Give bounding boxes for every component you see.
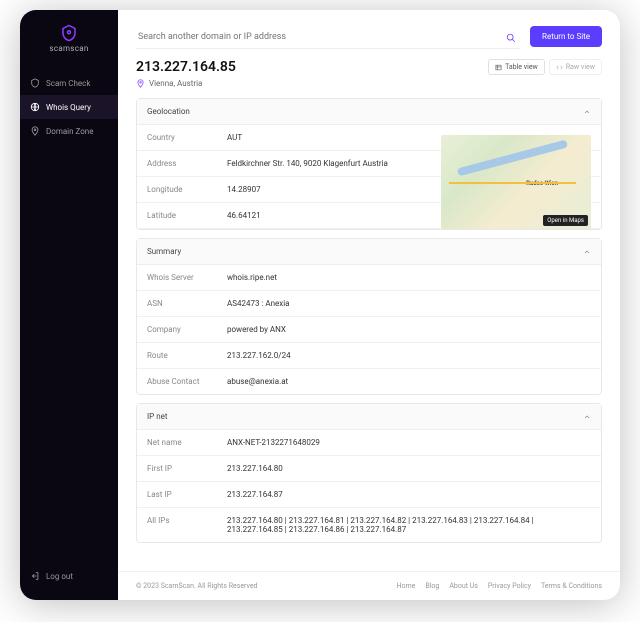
shield-icon (60, 24, 78, 42)
logout-icon (30, 571, 40, 581)
footer-links: Home Blog About Us Privacy Policy Terms … (397, 582, 603, 590)
chevron-up-icon (583, 108, 591, 116)
nav: Scam Check Whois Query Domain Zone (20, 71, 118, 564)
table-row: Last IP213.227.164.87 (137, 482, 601, 508)
shield-check-icon (30, 78, 40, 88)
main: Return to Site 213.227.164.85 Vienna, Au… (118, 10, 620, 600)
location-icon (30, 126, 40, 136)
content: 213.227.164.85 Vienna, Austria Table vie… (118, 59, 620, 571)
logout-button[interactable]: Log out (20, 564, 118, 588)
table-row: Route213.227.162.0/24 (137, 343, 601, 369)
raw-view-button[interactable]: Raw view (549, 59, 602, 75)
sidebar-item-domain-zone[interactable]: Domain Zone (20, 119, 118, 143)
ipnet-card: IP net Net nameANX-NET-2132271648029 Fir… (136, 403, 602, 543)
search-wrap (136, 24, 520, 49)
footer-link-about[interactable]: About Us (449, 582, 478, 590)
sidebar-item-whois-query[interactable]: Whois Query (20, 95, 118, 119)
card-header[interactable]: IP net (137, 404, 601, 430)
brand-name: scamscan (49, 44, 88, 53)
chevron-up-icon (583, 248, 591, 256)
card-title: IP net (147, 412, 167, 421)
map-preview[interactable]: Rudee Wien Open in Maps (441, 135, 591, 229)
table-view-button[interactable]: Table view (488, 59, 545, 75)
table-row: Companypowered by ANX (137, 317, 601, 343)
code-icon (556, 64, 563, 71)
search-icon[interactable] (506, 28, 516, 47)
view-toggle: Table view Raw view (488, 59, 602, 75)
globe-icon (30, 102, 40, 112)
open-in-maps-button[interactable]: Open in Maps (543, 215, 588, 226)
card-title: Summary (147, 247, 181, 256)
pin-icon (136, 79, 145, 88)
footer-link-home[interactable]: Home (397, 582, 416, 590)
sidebar: scamscan Scam Check Whois Query Domain Z… (20, 10, 118, 600)
table-row: ASNAS42473 : Anexia (137, 291, 601, 317)
footer-link-terms[interactable]: Terms & Conditions (541, 582, 602, 590)
table-row: Abuse Contactabuse@anexia.at (137, 369, 601, 394)
map-city-label: Rudee Wien (526, 180, 558, 187)
table-row: Net nameANX-NET-2132271648029 (137, 430, 601, 456)
sidebar-item-label: Whois Query (46, 103, 91, 112)
footer-link-privacy[interactable]: Privacy Policy (488, 582, 531, 590)
return-to-site-button[interactable]: Return to Site (530, 26, 602, 47)
table-icon (495, 64, 502, 71)
chevron-up-icon (583, 413, 591, 421)
brand-logo: scamscan (20, 24, 118, 53)
topbar: Return to Site (118, 10, 620, 59)
sidebar-item-scam-check[interactable]: Scam Check (20, 71, 118, 95)
location-text: Vienna, Austria (149, 79, 202, 88)
summary-card: Summary Whois Serverwhois.ripe.net ASNAS… (136, 238, 602, 395)
footer-link-blog[interactable]: Blog (425, 582, 439, 590)
search-input[interactable] (136, 26, 520, 49)
sidebar-item-label: Domain Zone (46, 127, 93, 136)
logout-label: Log out (46, 572, 73, 581)
card-title: Geolocation (147, 107, 190, 116)
page-title: 213.227.164.85 (136, 59, 236, 75)
card-header[interactable]: Summary (137, 239, 601, 265)
page-header: 213.227.164.85 Vienna, Austria Table vie… (136, 59, 602, 88)
table-row: All IPs213.227.164.80 | 213.227.164.81 |… (137, 508, 601, 542)
copyright: © 2023 ScamScan. All Rights Reserved (136, 582, 258, 590)
location-row: Vienna, Austria (136, 79, 236, 88)
footer: © 2023 ScamScan. All Rights Reserved Hom… (118, 571, 620, 600)
card-header[interactable]: Geolocation (137, 99, 601, 125)
table-row: Whois Serverwhois.ripe.net (137, 265, 601, 291)
sidebar-item-label: Scam Check (46, 79, 90, 88)
geolocation-card: Geolocation CountryAUT AddressFeldkirchn… (136, 98, 602, 230)
table-row: First IP213.227.164.80 (137, 456, 601, 482)
